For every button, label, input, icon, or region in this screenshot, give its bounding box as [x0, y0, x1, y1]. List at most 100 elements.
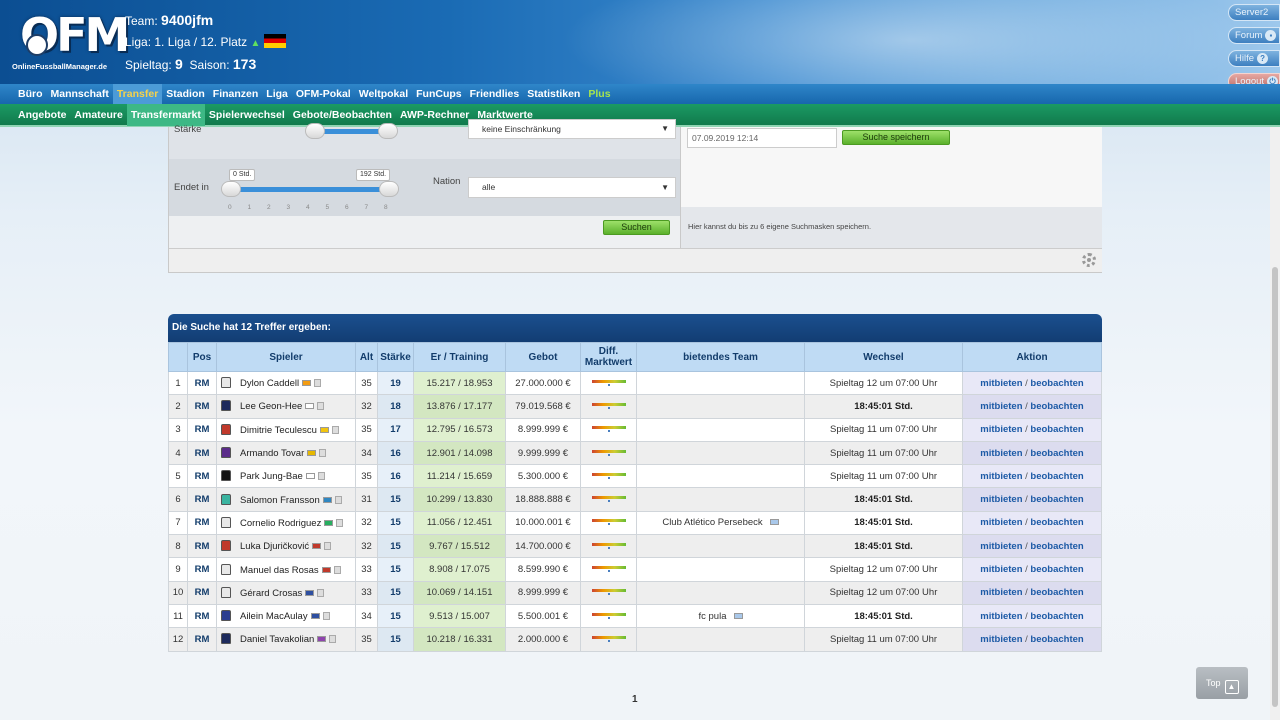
nation-select[interactable]: alle ▼ — [468, 177, 676, 198]
server-button[interactable]: Server2 — [1228, 4, 1280, 21]
bidding-team-name[interactable]: fc pula — [699, 611, 727, 622]
bid-link[interactable]: mitbieten — [980, 471, 1022, 482]
column-header[interactable]: Stärke — [377, 342, 414, 372]
player-name[interactable]: Luka Djuričković — [240, 541, 309, 552]
nav-main-mannschaft[interactable]: Mannschaft — [47, 84, 113, 104]
pagination-current-page[interactable]: 1 — [632, 694, 638, 705]
column-header[interactable]: Gebot — [505, 342, 581, 372]
player-profile-icon[interactable] — [319, 449, 327, 458]
nav-main-ofm-pokal[interactable]: OFM-Pokal — [292, 84, 355, 104]
player-profile-icon[interactable] — [334, 495, 342, 504]
restriction-select[interactable]: keine Einschränkung ▼ — [468, 119, 676, 139]
bid-link[interactable]: mitbieten — [980, 401, 1022, 412]
bidding-team-name[interactable]: Club Atlético Persebeck — [662, 517, 762, 528]
nav-sub-spielerwechsel[interactable]: Spielerwechsel — [205, 104, 289, 126]
player-profile-icon[interactable] — [329, 635, 337, 644]
save-search-button[interactable]: Suche speichern — [842, 130, 950, 145]
player-profile-icon[interactable] — [336, 518, 344, 527]
ofm-logo[interactable]: OFM OnlineFussballManager.de — [12, 6, 130, 74]
bid-link[interactable]: mitbieten — [980, 611, 1022, 622]
watch-link[interactable]: beobachten — [1030, 378, 1083, 389]
table-row[interactable]: 2 RM Lee Geon-Hee 32 18 13.876 / 17.177 79.019… — [168, 394, 1102, 419]
watch-link[interactable]: beobachten — [1030, 401, 1083, 412]
watch-link[interactable]: beobachten — [1030, 517, 1083, 528]
column-header[interactable]: bietendes Team — [636, 342, 805, 372]
table-row[interactable]: 3 RM Dimitrie Teculescu 35 17 12.795 / 16.573… — [168, 417, 1102, 442]
player-profile-icon[interactable] — [317, 588, 325, 597]
column-header[interactable]: Diff. Marktwert — [580, 342, 637, 372]
nav-sub-gebote-beobachten[interactable]: Gebote/Beobachten — [289, 104, 396, 126]
player-profile-icon[interactable] — [317, 472, 325, 481]
nav-sub-amateure[interactable]: Amateure — [70, 104, 126, 126]
player-name[interactable]: Lee Geon-Hee — [240, 401, 302, 412]
table-row[interactable]: 9 RM Manuel das Rosas 33 15 8.908 / 17.075 8.5… — [168, 557, 1102, 582]
gear-icon[interactable] — [1082, 253, 1096, 267]
table-row[interactable]: 6 RM Salomon Fransson 31 15 10.299 / 13.830 18… — [168, 487, 1102, 512]
nav-main-funcups[interactable]: FunCups — [412, 84, 466, 104]
table-row[interactable]: 7 RM Cornelio Rodriguez 32 15 11.056 / 12.451… — [168, 510, 1102, 536]
bid-link[interactable]: mitbieten — [980, 448, 1022, 459]
player-name[interactable]: Gérard Crosas — [240, 588, 302, 599]
page-scrollbar[interactable] — [1270, 127, 1280, 720]
saved-search-date-input[interactable]: 07.09.2019 12:14 — [687, 128, 837, 148]
bid-link[interactable]: mitbieten — [980, 541, 1022, 552]
watch-link[interactable]: beobachten — [1030, 494, 1083, 505]
table-row[interactable]: 12 RM Daniel Tavakolian 35 15 10.218 / 16.331… — [168, 627, 1102, 652]
player-profile-icon[interactable] — [333, 565, 341, 574]
player-name[interactable]: Dimitrie Teculescu — [240, 425, 317, 436]
table-row[interactable]: 4 RM Armando Tovar 34 16 12.901 / 14.098 9.999… — [168, 440, 1102, 466]
column-header[interactable]: Er / Training — [413, 342, 506, 372]
watch-link[interactable]: beobachten — [1030, 448, 1083, 459]
watch-link[interactable]: beobachten — [1030, 587, 1083, 598]
watch-link[interactable]: beobachten — [1030, 611, 1083, 622]
table-row[interactable]: 11 RM Ailein MacAulay 34 15 9.513 / 15.007 5.5… — [168, 603, 1102, 629]
player-name[interactable]: Ailein MacAulay — [240, 611, 308, 622]
column-header[interactable]: Alt — [355, 342, 378, 372]
back-to-top-button[interactable]: Top ▲ — [1196, 667, 1248, 699]
table-row[interactable]: 5 RM Park Jung-Bae 35 16 11.214 / 15.659 5.300… — [168, 464, 1102, 489]
column-header[interactable]: Wechsel — [804, 342, 963, 372]
staerke-slider-max-handle[interactable] — [378, 123, 398, 139]
bid-link[interactable]: mitbieten — [980, 517, 1022, 528]
player-profile-icon[interactable] — [331, 425, 339, 434]
table-row[interactable]: 1 RM Dylon Caddell 35 19 15.217 / 18.953 27.00… — [168, 370, 1102, 396]
scrollbar-thumb[interactable] — [1272, 267, 1278, 707]
player-profile-icon[interactable] — [317, 402, 325, 411]
player-name[interactable]: Manuel das Rosas — [240, 565, 319, 576]
player-profile-icon[interactable] — [314, 379, 322, 388]
column-header[interactable]: Pos — [187, 342, 217, 372]
player-name[interactable]: Daniel Tavakolian — [240, 634, 314, 645]
player-profile-icon[interactable] — [322, 612, 330, 621]
watch-link[interactable]: beobachten — [1030, 564, 1083, 575]
nav-main-stadion[interactable]: Stadion — [162, 84, 209, 104]
search-button[interactable]: Suchen — [603, 220, 670, 235]
nav-main-transfer[interactable]: Transfer — [112, 84, 163, 104]
nav-sub-awp-rechner[interactable]: AWP-Rechner — [396, 104, 473, 126]
watch-link[interactable]: beobachten — [1030, 541, 1083, 552]
player-profile-icon[interactable] — [324, 542, 332, 551]
endet-slider-max-handle[interactable] — [379, 181, 399, 197]
bid-link[interactable]: mitbieten — [980, 378, 1022, 389]
player-name[interactable]: Dylon Caddell — [240, 378, 299, 389]
table-row[interactable]: 10 RM Gérard Crosas 33 15 10.069 / 14.151 8.99… — [168, 580, 1102, 605]
player-name[interactable]: Salomon Fransson — [240, 495, 320, 506]
watch-link[interactable]: beobachten — [1030, 424, 1083, 435]
player-name[interactable]: Park Jung-Bae — [240, 471, 303, 482]
bid-link[interactable]: mitbieten — [980, 564, 1022, 575]
bid-link[interactable]: mitbieten — [980, 587, 1022, 598]
nav-main-b-ro[interactable]: Büro — [14, 84, 47, 104]
endet-slider-min-handle[interactable] — [221, 181, 241, 197]
forum-button[interactable]: Forum ▪ — [1228, 27, 1280, 44]
nav-main-finanzen[interactable]: Finanzen — [209, 84, 263, 104]
help-button[interactable]: Hilfe? — [1228, 50, 1280, 67]
nav-main-plus[interactable]: Plus — [584, 84, 614, 104]
player-name[interactable]: Cornelio Rodriguez — [240, 518, 321, 529]
staerke-slider-min-handle[interactable] — [305, 123, 325, 139]
nav-main-liga[interactable]: Liga — [262, 84, 292, 104]
nav-main-statistiken[interactable]: Statistiken — [523, 84, 584, 104]
bid-link[interactable]: mitbieten — [980, 424, 1022, 435]
nav-sub-transfermarkt[interactable]: Transfermarkt — [126, 104, 205, 126]
nav-main-friendlies[interactable]: Friendlies — [466, 84, 524, 104]
bid-link[interactable]: mitbieten — [980, 634, 1022, 645]
table-row[interactable]: 8 RM Luka Djuričković 32 15 9.767 / 15.512 14.… — [168, 534, 1102, 559]
